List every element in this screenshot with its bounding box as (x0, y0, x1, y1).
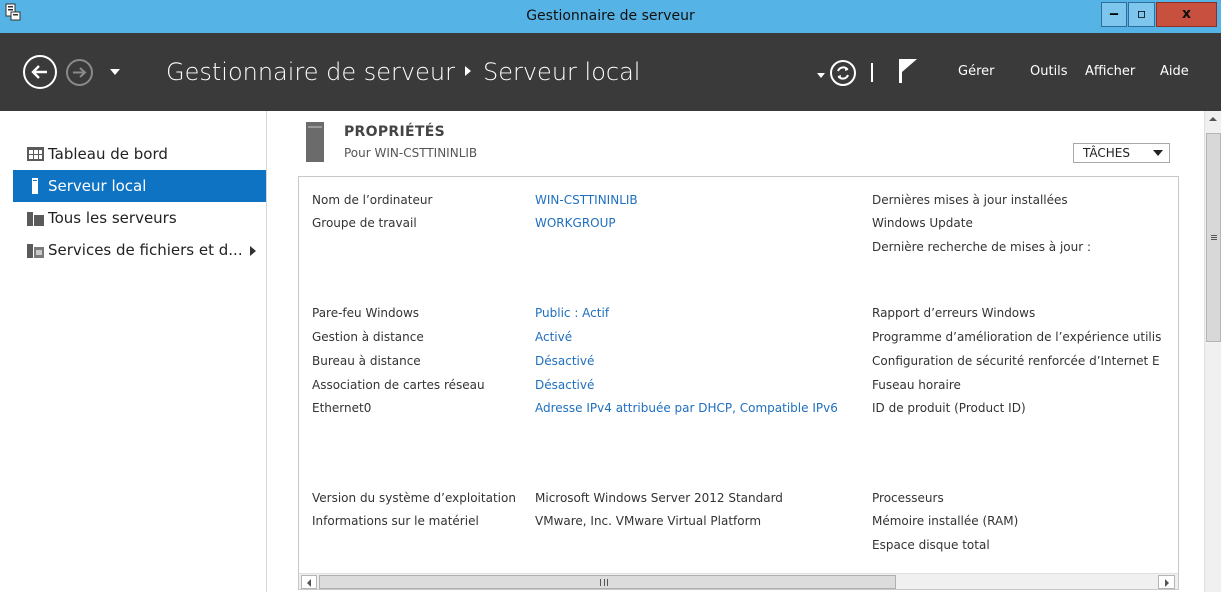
sidebar-item-label: Services de fichiers et d... (48, 241, 243, 259)
header-dropdown-icon[interactable] (817, 73, 825, 78)
sidebar-item-local-server[interactable]: Serveur local (13, 170, 266, 202)
property-label: Dernière recherche de mises à jour : (872, 240, 1092, 254)
back-arrow-icon (31, 65, 47, 79)
properties-panel: Nom de l’ordinateur Groupe de travail Pa… (298, 176, 1179, 590)
computer-name-link[interactable]: WIN-CSTTININLIB (535, 191, 638, 209)
forward-arrow-icon (73, 67, 87, 78)
breadcrumb-separator-icon (464, 66, 471, 76)
sidebar-item-all-servers[interactable]: Tous les serveurs (13, 202, 266, 234)
sidebar-item-label: Tous les serveurs (48, 209, 177, 227)
grip-icon (600, 579, 608, 586)
header-divider (871, 63, 873, 82)
scroll-right-button[interactable] (1158, 575, 1175, 589)
breadcrumb: Gestionnaire de serveur Serveur local (166, 55, 640, 89)
refresh-button[interactable] (830, 60, 856, 86)
nic-teaming-link[interactable]: Désactivé (535, 376, 594, 394)
property-label: Nom de l’ordinateur (312, 193, 433, 207)
remote-desktop-link[interactable]: Désactivé (535, 352, 594, 370)
firewall-link[interactable]: Public : Actif (535, 304, 609, 322)
notifications-flag-icon[interactable] (898, 58, 918, 84)
maximize-button[interactable]: ▫ (1128, 2, 1155, 27)
file-services-icon (27, 244, 44, 258)
property-label: Association de cartes réseau (312, 378, 485, 392)
window-title: Gestionnaire de serveur (526, 8, 695, 24)
property-label: Windows Update (872, 216, 973, 230)
menu-manage[interactable]: Gérer (958, 63, 994, 81)
sidebar-item-label: Serveur local (48, 177, 147, 195)
property-label: Programme d’amélioration de l’expérience… (872, 330, 1162, 344)
tasks-label: TÂCHES (1083, 146, 1130, 160)
property-label: Bureau à distance (312, 354, 421, 368)
back-button[interactable] (23, 55, 57, 89)
chevron-up-icon[interactable] (1209, 117, 1217, 121)
dashboard-icon (27, 147, 44, 161)
property-label: Version du système d’exploitation (312, 491, 516, 505)
scroll-left-button[interactable] (301, 575, 317, 589)
minimize-button[interactable]: ‒ (1101, 2, 1127, 27)
horizontal-scrollbar[interactable] (299, 573, 1178, 589)
property-label: Groupe de travail (312, 216, 417, 230)
vertical-scrollbar[interactable] (1204, 111, 1221, 592)
remote-management-link[interactable]: Activé (535, 328, 572, 346)
breadcrumb-current: Serveur local (482, 58, 641, 86)
ethernet-link[interactable]: Adresse IPv4 attribuée par DHCP, Compati… (535, 399, 838, 417)
property-label: Informations sur le matériel (312, 514, 479, 528)
workgroup-link[interactable]: WORKGROUP (535, 214, 616, 232)
property-label: Gestion à distance (312, 330, 424, 344)
horizontal-scroll-thumb[interactable] (319, 575, 896, 589)
property-label: Processeurs (872, 491, 944, 505)
history-dropdown-icon[interactable] (110, 69, 120, 75)
grip-icon (1211, 235, 1217, 240)
menu-help[interactable]: Aide (1160, 63, 1189, 81)
forward-button[interactable] (66, 59, 93, 86)
caret-down-icon (1153, 150, 1163, 156)
property-label: Rapport d’erreurs Windows (872, 306, 1036, 320)
property-label: ID de produit (Product ID) (872, 401, 1026, 415)
property-label: Configuration de sécurité renforcée d’In… (872, 354, 1160, 368)
sidebar-item-file-services[interactable]: Services de fichiers et d... (13, 234, 266, 266)
sidebar-item-dashboard[interactable]: Tableau de bord (13, 138, 266, 170)
property-label: Dernières mises à jour installées (872, 193, 1068, 207)
property-label: Mémoire installée (RAM) (872, 514, 1019, 528)
tasks-dropdown-button[interactable]: TÂCHES (1073, 143, 1170, 163)
server-icon (32, 178, 38, 194)
sidebar: Tableau de bord Serveur local Tous les s… (0, 111, 267, 592)
header-bar: Gestionnaire de serveur Serveur local Gér… (0, 33, 1221, 111)
property-label: Fuseau horaire (872, 378, 961, 392)
os-version-value: Microsoft Windows Server 2012 Standard (535, 491, 783, 505)
restore-icon: ▫ (1136, 6, 1147, 22)
expand-arrow-icon[interactable] (250, 246, 256, 256)
title-bar: Gestionnaire de serveur ‒ ▫ x (0, 0, 1221, 33)
close-button[interactable]: x (1156, 2, 1217, 27)
properties-subtitle: Pour WIN-CSTTININLIB (344, 146, 478, 160)
minimize-icon: ‒ (1109, 6, 1119, 22)
chevron-right-icon (1165, 579, 1169, 587)
servers-icon (27, 212, 44, 226)
main-content: PROPRIÉTÉS Pour WIN-CSTTININLIB TÂCHES N… (268, 111, 1221, 592)
property-label: Pare-feu Windows (312, 306, 420, 320)
sidebar-item-label: Tableau de bord (48, 145, 168, 163)
hardware-info-value: VMware, Inc. VMware Virtual Platform (535, 514, 762, 528)
chevron-left-icon (307, 579, 311, 587)
vertical-scroll-thumb[interactable] (1206, 133, 1221, 342)
property-label: Ethernet0 (312, 401, 372, 415)
menu-tools[interactable]: Outils (1030, 63, 1068, 81)
server-properties-icon (306, 122, 324, 162)
property-label: Espace disque total (872, 538, 990, 552)
breadcrumb-root[interactable]: Gestionnaire de serveur (166, 58, 455, 86)
properties-title: PROPRIÉTÉS (344, 124, 445, 140)
close-icon: x (1181, 6, 1192, 22)
refresh-icon (837, 66, 849, 80)
menu-view[interactable]: Afficher (1085, 63, 1135, 81)
